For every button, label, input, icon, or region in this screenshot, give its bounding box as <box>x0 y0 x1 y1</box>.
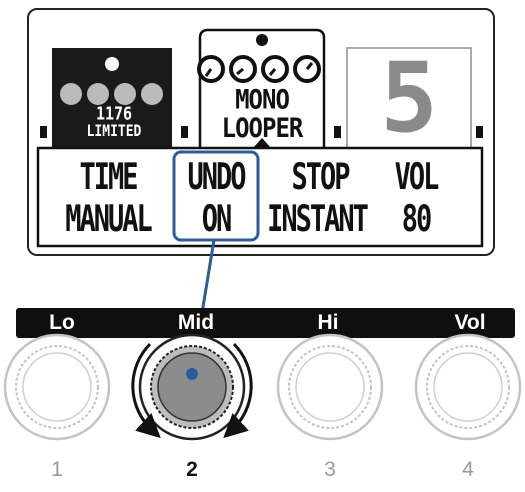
effect-slot-2-led <box>256 34 268 46</box>
lcd-marker <box>181 126 188 138</box>
param-stop-name: STOP <box>291 156 350 199</box>
lcd-marker <box>334 126 341 138</box>
lcd-marker <box>40 126 47 138</box>
knob-3[interactable] <box>276 333 384 441</box>
effect-slot-1-name-line2: LIMITED <box>86 123 142 141</box>
param-time-name: TIME <box>79 156 138 199</box>
effect-slot-2-name-line2: LOOPER <box>221 112 304 144</box>
effect-slot-1-knob <box>141 83 163 105</box>
effect-slot-1-name: 1176 LIMITED <box>64 102 164 141</box>
effect-slot-2-name: MONO LOOPER <box>204 85 320 142</box>
knob-number-4: 4 <box>462 458 474 481</box>
knob-number-3: 3 <box>324 458 336 481</box>
lcd-marker <box>476 126 483 138</box>
effect-slot-1-knob <box>60 83 82 105</box>
effect-slot-1-name-line1: 1176 <box>95 102 133 125</box>
effect-slot-2-name-line1: MONO <box>235 84 290 116</box>
param-stop-value: INSTANT <box>267 198 369 241</box>
param-vol-name: VOL <box>394 156 440 199</box>
knob-row <box>3 333 522 441</box>
effect-slot-3-number: 5 <box>380 42 438 154</box>
param-vol-value: 80 <box>401 198 433 241</box>
knob-1[interactable] <box>3 333 111 441</box>
effect-slot-1-led <box>105 57 119 71</box>
param-undo-name[interactable]: UNDO <box>172 157 260 199</box>
knob-4[interactable] <box>414 333 522 441</box>
knob-2[interactable] <box>131 333 253 441</box>
knob-number-2: 2 <box>186 458 198 481</box>
leader-endpoint <box>186 368 198 380</box>
param-time-value: MANUAL <box>65 198 153 241</box>
param-undo-value[interactable]: ON <box>172 199 260 241</box>
knob-number-1: 1 <box>51 458 63 481</box>
